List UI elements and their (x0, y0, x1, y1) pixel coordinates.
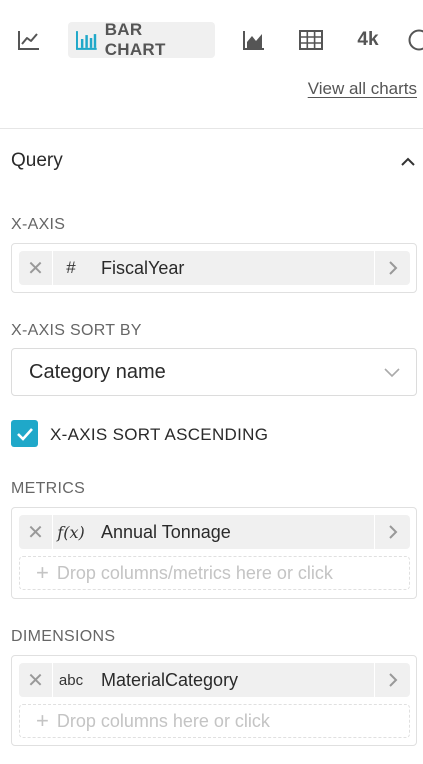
metric-pill[interactable]: ✕ f(x) Annual Tonnage (19, 515, 410, 549)
table-chart-button[interactable] (294, 22, 328, 58)
more-chart-button[interactable] (404, 22, 423, 58)
chart-type-bar: BAR CHART 4k (0, 0, 423, 80)
chevron-right-icon[interactable] (374, 515, 410, 549)
chevron-up-icon[interactable] (399, 153, 417, 171)
line-chart-button[interactable] (12, 22, 46, 58)
numeric-type-icon: # (66, 258, 76, 277)
bar-chart-button[interactable]: BAR CHART (68, 20, 215, 59)
dimensions-drop-placeholder: Drop columns here or click (56, 710, 270, 731)
bar-chart-label: BAR CHART (104, 20, 166, 59)
plus-icon: + (36, 708, 49, 733)
metrics-label: METRICS (11, 480, 86, 497)
dimensions-drop-zone[interactable]: + Drop columns here or click (19, 704, 410, 738)
x-axis-label: X-AXIS (11, 216, 66, 233)
plus-icon: + (36, 560, 49, 585)
x-axis-well: ✕ # FiscalYear (11, 243, 417, 293)
more-icon (408, 29, 423, 51)
x-axis-sort-by-select[interactable]: Category name (11, 348, 417, 396)
sort-ascending-label: X-AXIS SORT ASCENDING (50, 425, 269, 444)
dimensions-well: ✕ abc MaterialCategory + Drop columns he… (11, 655, 417, 746)
dimension-pill[interactable]: ✕ abc MaterialCategory (19, 663, 410, 697)
x-axis-pill[interactable]: ✕ # FiscalYear (19, 251, 410, 285)
string-type-icon: abc (58, 671, 84, 689)
x-axis-sort-by-label: X-AXIS SORT BY (11, 322, 142, 339)
area-chart-button[interactable] (237, 22, 271, 58)
chevron-down-icon (384, 368, 400, 378)
x-axis-sort-by-value: Category name (29, 360, 166, 383)
remove-icon[interactable]: ✕ (19, 515, 53, 549)
dimensions-label: DIMENSIONS (11, 628, 116, 645)
remove-icon[interactable]: ✕ (19, 251, 53, 285)
line-chart-icon (18, 31, 39, 50)
query-section-title: Query (11, 150, 63, 171)
sort-ascending-checkbox[interactable] (11, 420, 38, 447)
metric-name: Annual Tonnage (101, 521, 231, 542)
big-number-button[interactable]: 4k (350, 22, 386, 58)
chevron-right-icon[interactable] (374, 251, 410, 285)
section-divider (0, 128, 423, 129)
remove-icon[interactable]: ✕ (19, 663, 53, 697)
checkmark-icon (16, 427, 33, 441)
metrics-drop-placeholder: Drop columns/metrics here or click (56, 562, 333, 583)
metrics-well: ✕ f(x) Annual Tonnage + Drop columns/met… (11, 507, 417, 599)
chevron-right-icon[interactable] (374, 663, 410, 697)
area-chart-icon (243, 31, 264, 50)
view-all-charts-link[interactable]: View all charts (308, 79, 417, 99)
x-axis-column-name: FiscalYear (101, 257, 185, 278)
dimension-name: MaterialCategory (101, 669, 239, 690)
bar-chart-icon (76, 31, 97, 50)
table-icon (299, 30, 323, 50)
metrics-drop-zone[interactable]: + Drop columns/metrics here or click (19, 556, 410, 590)
function-type-icon: f(x) (57, 522, 85, 542)
